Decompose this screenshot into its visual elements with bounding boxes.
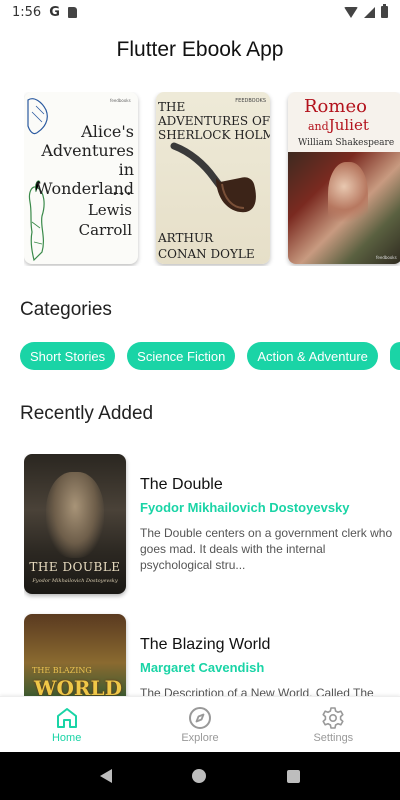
cover-author: Fyodor Mikhailovich Dostoyevsky [32, 578, 118, 584]
category-chip-short-stories[interactable]: Short Stories [20, 342, 116, 370]
publisher-logo: feedbooks [110, 98, 131, 103]
book-title: The Blazing World [140, 636, 271, 653]
publisher-logo: feedbooks [376, 255, 397, 260]
book-title: The Double [140, 476, 223, 493]
nav-item-home[interactable]: Home [0, 697, 133, 752]
cover-title: THE DOUBLE [29, 560, 121, 574]
nav-item-explore[interactable]: Explore [133, 697, 266, 752]
nav-label-explore: Explore [181, 731, 219, 744]
nav-label-home: Home [51, 731, 82, 744]
categories-track: Short Stories Science Fiction Action & A… [20, 342, 400, 370]
nav-item-settings[interactable]: Settings [267, 697, 400, 752]
cover-title: Alice's Adventures in Wonderland [30, 122, 134, 198]
google-icon: G [49, 4, 60, 20]
book-info: The Blazing World Margaret Cavendish The… [140, 614, 400, 696]
battery-icon [381, 4, 388, 18]
featured-book-sherlock[interactable]: FEEDBOOKS THE ADVENTURES OF SHERLOCK HOL… [156, 92, 270, 264]
gear-icon [322, 706, 344, 729]
featured-carousel[interactable]: feedbooks Alice's Adventures in Wonderla… [24, 92, 400, 266]
status-left: 1:56 G [12, 5, 77, 20]
status-right [344, 4, 388, 18]
recent-list[interactable]: THE DOUBLE Fyodor Mikhailovich Dostoyevs… [24, 454, 400, 696]
home-circle-icon[interactable] [192, 769, 207, 783]
cover-author-line: CONAN DOYLE [158, 247, 255, 261]
home-icon [56, 707, 77, 728]
back-icon[interactable] [100, 769, 113, 783]
cover-title-line: THE [158, 100, 186, 114]
cover-author-line: ARTHUR [158, 231, 214, 245]
book-author: Margaret Cavendish [140, 660, 265, 675]
cover-author-line: Carroll [78, 221, 132, 239]
category-chip-partial[interactable] [389, 342, 400, 370]
cover-title-line: Adventures in [41, 141, 134, 179]
categories-list[interactable]: Short Stories Science Fiction Action & A… [20, 342, 400, 372]
cover-author: William Shakespeare [298, 138, 395, 148]
cover-title-juliet: Juliet [328, 116, 369, 134]
cover-author-line: Lewis [87, 201, 132, 219]
cover-title-line: andJuliet [308, 116, 369, 134]
sd-card-icon [67, 6, 77, 18]
status-time: 1:56 [12, 4, 42, 20]
cover-author: ARTHUR CONAN DOYLE [156, 230, 270, 262]
cover-title-line: Alice's [81, 122, 134, 141]
book-description: The Double centers on a government clerk… [140, 526, 393, 572]
page-title: Flutter Ebook App [116, 38, 284, 61]
cover-title-and: and [308, 120, 329, 133]
cover-title: THE ADVENTURES OF SHERLOCK HOLMES [156, 100, 270, 142]
featured-book-romeo[interactable]: Romeo andJuliet William Shakespeare feed… [288, 92, 400, 264]
status-bar: 1:56 G [0, 0, 400, 24]
bottom-nav: Home Explore Settings [0, 696, 400, 752]
nav-label-settings: Settings [313, 731, 354, 744]
featured-book-alice[interactable]: feedbooks Alice's Adventures in Wonderla… [24, 92, 138, 264]
signal-icon [364, 6, 375, 18]
category-chip-science-fiction[interactable]: Science Fiction [127, 342, 236, 370]
cover-portrait [46, 472, 104, 558]
cover-title: THE BLAZING [32, 666, 92, 675]
decorative-dots: ••• [112, 189, 133, 200]
compass-icon [188, 706, 211, 729]
cover-title-line: ADVENTURES OF [158, 114, 270, 128]
book-author: Fyodor Mikhailovich Dostoyevsky [140, 500, 350, 515]
wifi-icon [344, 6, 358, 18]
pipe-icon [170, 142, 256, 213]
recent-heading: Recently Added [20, 403, 154, 424]
cover-title: WORLD [34, 676, 122, 696]
book-cover[interactable]: THE DOUBLE Fyodor Mikhailovich Dostoyevs… [24, 454, 126, 594]
featured-track: feedbooks Alice's Adventures in Wonderla… [24, 92, 400, 264]
system-nav-bar [0, 752, 400, 800]
cover-painting [288, 152, 400, 264]
categories-heading: Categories [20, 299, 112, 320]
list-item[interactable]: THE DOUBLE Fyodor Mikhailovich Dostoyevs… [24, 454, 400, 596]
recents-icon[interactable] [286, 769, 300, 783]
cover-author: Lewis Carroll [54, 200, 132, 240]
category-chip-action-adventure[interactable]: Action & Adventure [247, 342, 378, 370]
cover-title-line: Romeo [304, 96, 367, 117]
list-item[interactable]: THE BLAZING WORLD The Blazing World Marg… [24, 614, 400, 696]
book-info: The Double Fyodor Mikhailovich Dostoyevs… [140, 454, 400, 596]
book-cover[interactable]: THE BLAZING WORLD [24, 614, 126, 696]
book-description: The Description of a New World, Called T… [140, 686, 374, 696]
